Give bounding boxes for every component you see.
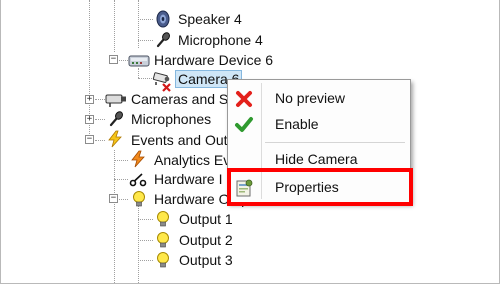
tree-line xyxy=(138,40,153,41)
tree-line xyxy=(138,78,152,79)
menu-item-properties[interactable]: Properties xyxy=(228,174,410,200)
properties-icon xyxy=(236,179,253,197)
camera-disabled-icon xyxy=(152,72,171,92)
red-x-icon xyxy=(236,91,252,107)
menu-item-label: Enable xyxy=(275,116,319,132)
speaker-icon xyxy=(156,10,170,28)
tree-line xyxy=(95,140,105,141)
hardware-device-icon xyxy=(128,55,150,67)
menu-item-label: Properties xyxy=(275,179,339,195)
tree-line xyxy=(114,0,115,52)
tree-item-label: Microphones xyxy=(131,111,212,127)
menu-separator xyxy=(265,171,405,172)
analytics-event-icon xyxy=(131,150,145,168)
tree-item-label: Speaker 4 xyxy=(178,11,242,27)
tree-item-label: Output 3 xyxy=(179,252,233,268)
tree-line xyxy=(119,60,128,61)
green-check-icon xyxy=(235,117,253,132)
tree-line xyxy=(138,205,139,283)
tree-item-label: Events and Out xyxy=(131,132,228,148)
tree-line xyxy=(114,160,128,161)
hardware-input-icon xyxy=(129,173,147,187)
tree-line xyxy=(114,150,115,283)
collapse-toggle[interactable]: − xyxy=(85,135,94,144)
tree-item-label: Cameras and St xyxy=(131,91,233,107)
tree-panel: − + + − − Speaker 4 Microphone 4 Hardwar… xyxy=(0,0,500,284)
tree-line xyxy=(95,119,105,120)
tree-item-label: Output 2 xyxy=(179,232,233,248)
menu-separator xyxy=(265,142,405,143)
tree-line xyxy=(138,219,153,220)
tree-line xyxy=(138,19,153,20)
events-icon xyxy=(108,130,122,148)
microphone-icon xyxy=(109,111,123,127)
tree-line xyxy=(138,240,153,241)
lightbulb-icon xyxy=(157,232,169,248)
tree-item-label: Microphone 4 xyxy=(178,32,263,48)
lightbulb-icon xyxy=(157,252,169,268)
tree-item-label: Output 1 xyxy=(179,211,233,227)
menu-item-label: Hide Camera xyxy=(275,151,358,167)
menu-item-no-preview[interactable]: No preview xyxy=(228,85,410,111)
collapse-toggle[interactable]: − xyxy=(109,55,118,64)
tree-item-label: Hardware I xyxy=(154,171,223,187)
menu-item-hide-camera[interactable]: Hide Camera xyxy=(228,146,410,172)
context-menu: No preview Enable Hide Camera Properties xyxy=(227,79,411,203)
tree-item-label: Analytics Ev xyxy=(154,152,231,168)
tree-line xyxy=(114,179,128,180)
expand-toggle[interactable]: + xyxy=(85,95,94,104)
camera-icon xyxy=(105,94,126,107)
microphone-icon xyxy=(156,32,170,48)
expand-toggle[interactable]: + xyxy=(85,115,94,124)
tree-line xyxy=(119,199,128,200)
lightbulb-icon xyxy=(157,211,169,227)
tree-line xyxy=(138,260,153,261)
tree-item-label: Hardware Device 6 xyxy=(154,52,274,68)
collapse-toggle[interactable]: − xyxy=(109,194,118,203)
tree-line xyxy=(138,68,139,78)
menu-item-label: No preview xyxy=(275,90,346,106)
menu-item-enable[interactable]: Enable xyxy=(228,111,410,137)
lightbulb-icon xyxy=(133,191,145,207)
